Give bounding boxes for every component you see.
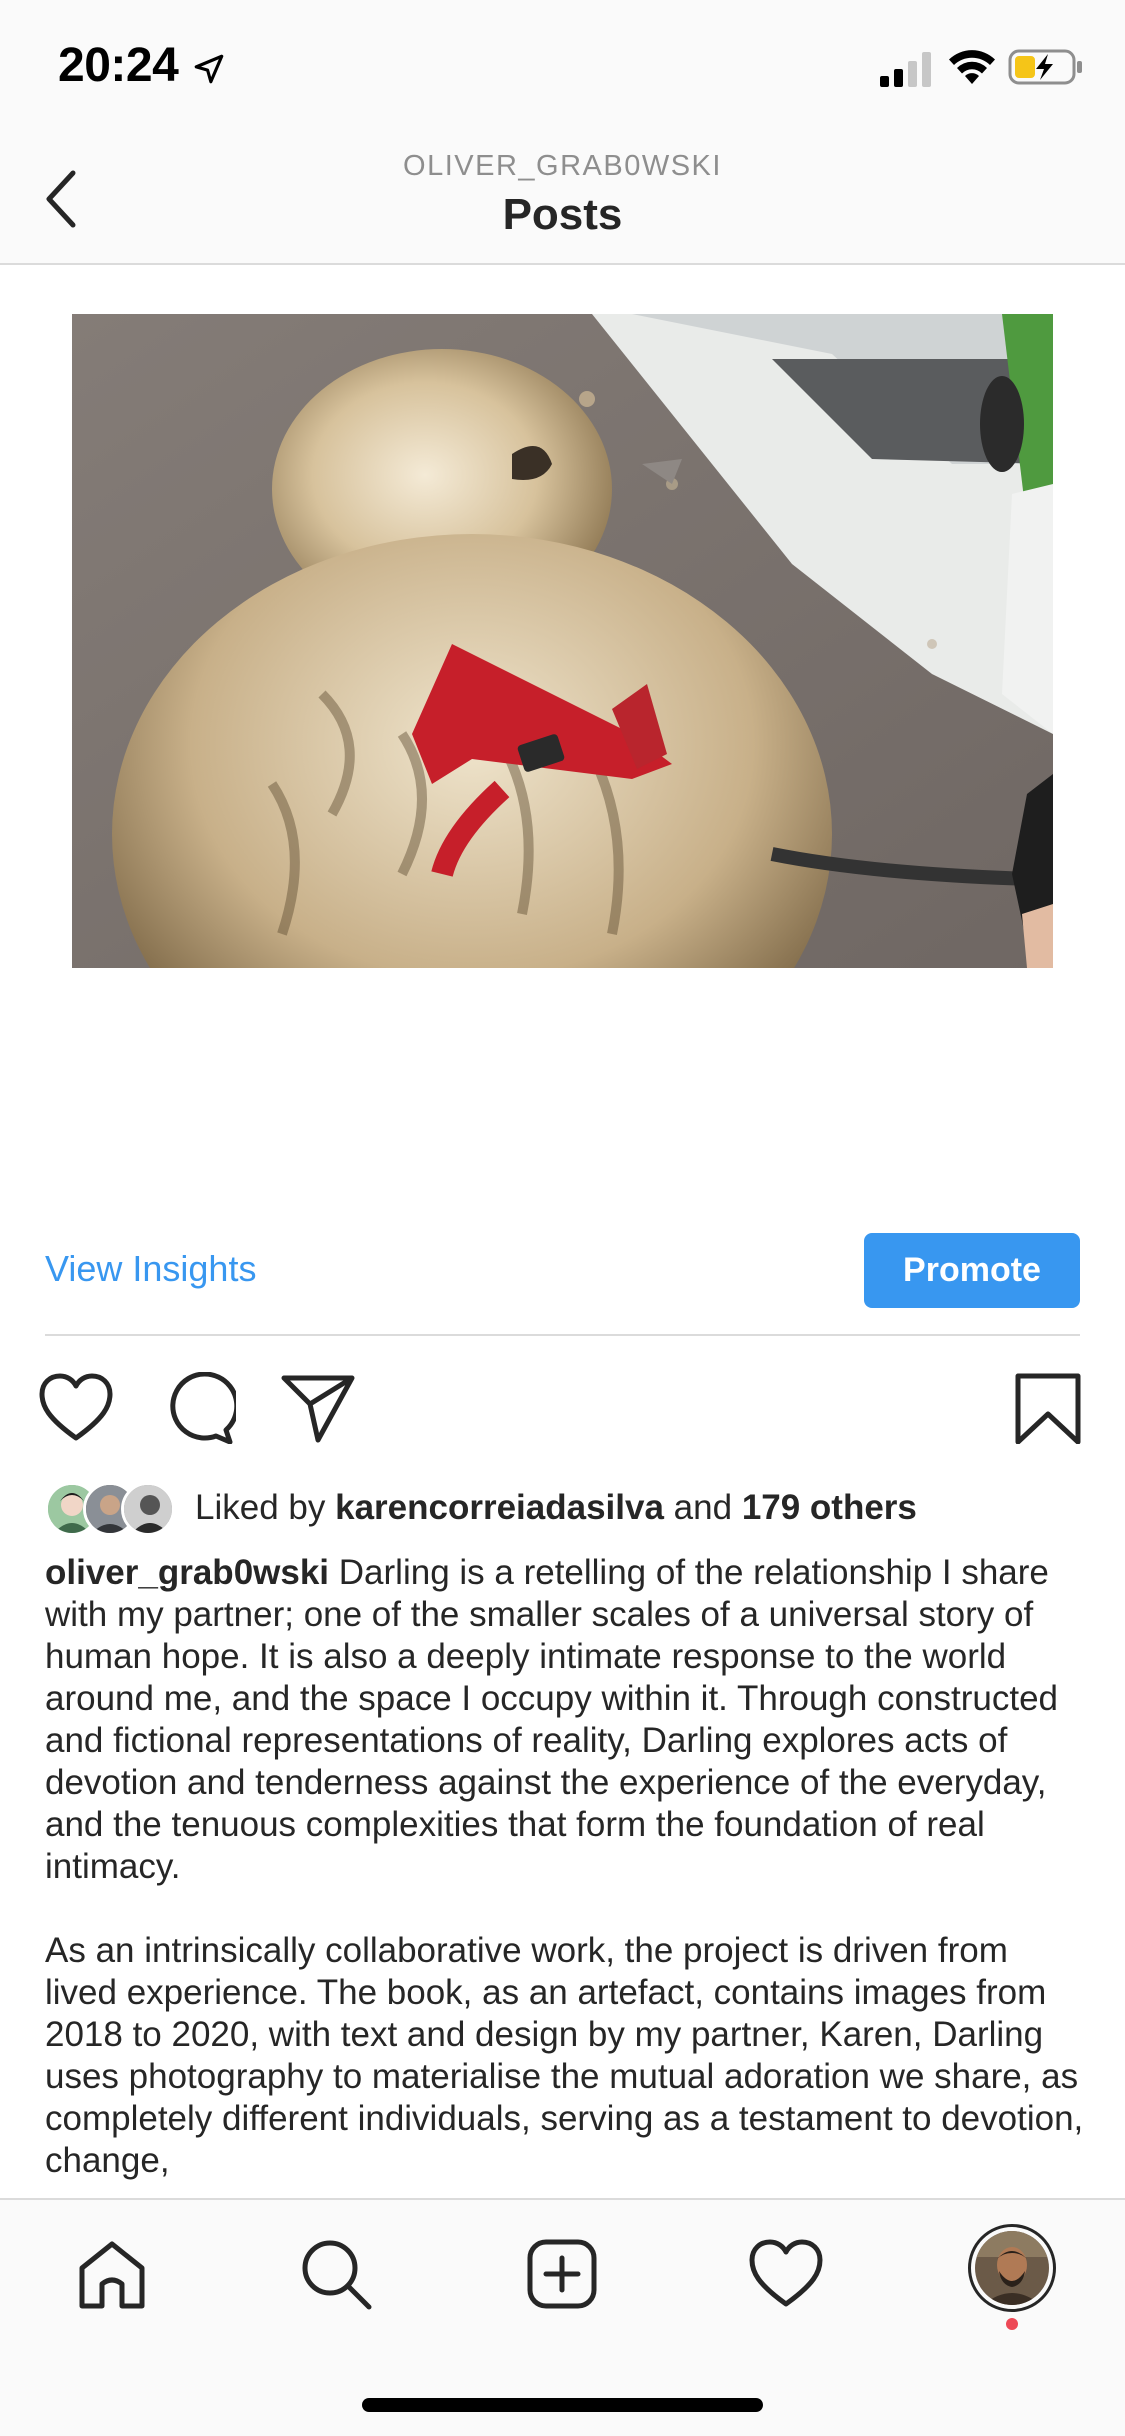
caption-paragraph-2: As an intrinsically collaborative work, … [45, 1931, 1084, 2180]
liker-username[interactable]: karencorreiadasilva [335, 1488, 664, 1527]
nav-header: OLIVER_GRAB0WSKI Posts [0, 132, 1125, 265]
heart-icon[interactable] [38, 1372, 114, 1444]
status-bar: 20:24 [0, 0, 1125, 132]
new-post-icon [527, 2239, 597, 2309]
page-title: Posts [502, 190, 623, 239]
likes-prefix: Liked by [195, 1488, 326, 1527]
home-indicator [362, 2398, 763, 2412]
comment-icon[interactable] [160, 1372, 236, 1444]
notification-dot [1006, 2318, 1018, 2330]
likes-summary[interactable]: Liked by karencorreiadasilva and 179 oth… [195, 1488, 917, 1528]
divider [45, 1334, 1080, 1336]
caption-username[interactable]: oliver_grab0wski [45, 1553, 329, 1592]
caption-paragraph-1: Darling is a retelling of the relationsh… [45, 1553, 1059, 1886]
battery-charging-icon [1008, 49, 1082, 85]
view-insights-link[interactable]: View Insights [45, 1248, 256, 1290]
header-username: OLIVER_GRAB0WSKI [403, 150, 722, 182]
dog-photo-image [72, 314, 1053, 968]
avatar [121, 1482, 175, 1536]
likes-count[interactable]: 179 others [742, 1488, 917, 1527]
search-tab[interactable] [296, 2234, 376, 2314]
home-icon [79, 2241, 145, 2309]
location-arrow-icon [194, 54, 224, 84]
share-icon[interactable] [280, 1372, 356, 1444]
new-post-tab[interactable] [522, 2234, 602, 2314]
wifi-icon [949, 50, 995, 84]
promote-button[interactable]: Promote [864, 1233, 1080, 1308]
bookmark-icon[interactable] [1010, 1372, 1086, 1444]
cellular-signal-icon [880, 52, 931, 87]
post-caption: oliver_grab0wski Darling is a retelling … [45, 1552, 1085, 2182]
home-tab[interactable] [72, 2234, 152, 2314]
status-time: 20:24 [58, 39, 179, 92]
post-photo[interactable] [72, 314, 1053, 968]
profile-avatar [975, 2231, 1049, 2305]
profile-tab[interactable] [968, 2224, 1056, 2312]
liker-avatars[interactable] [45, 1482, 185, 1538]
activity-tab[interactable] [746, 2234, 826, 2314]
likes-connector: and [673, 1488, 733, 1527]
search-icon [302, 2240, 372, 2310]
activity-heart-icon [749, 2239, 823, 2307]
